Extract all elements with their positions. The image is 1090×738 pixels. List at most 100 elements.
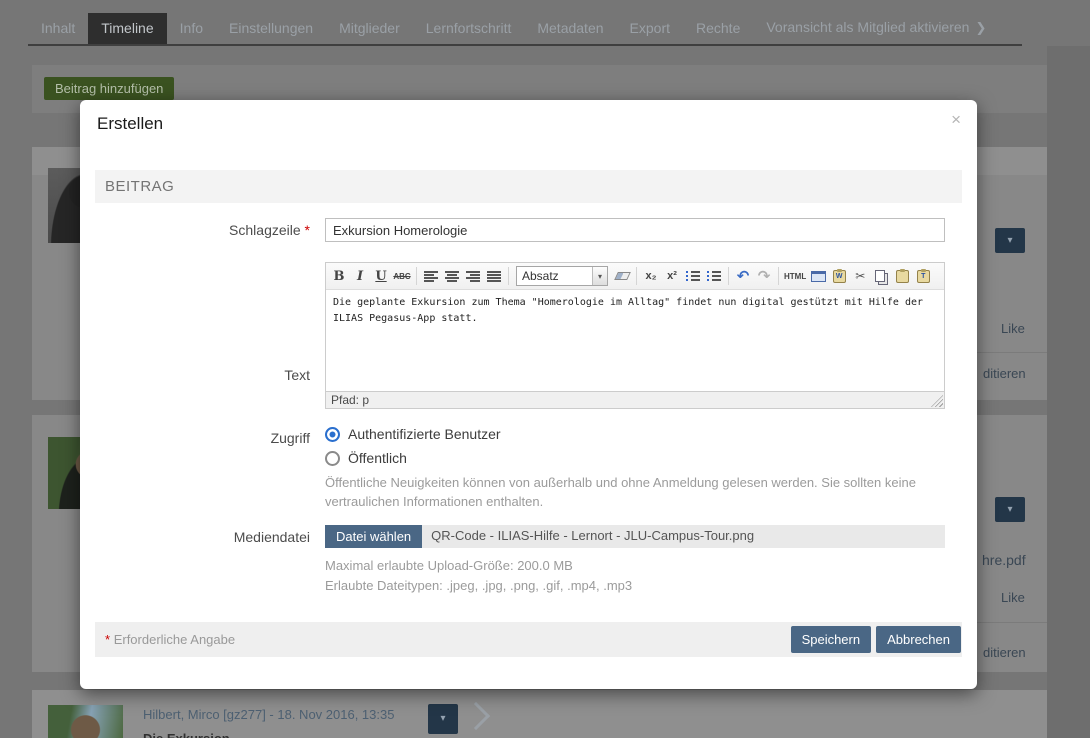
clipboard-glyph: [896, 270, 909, 283]
required-asterisk: *: [105, 632, 110, 647]
align-left-glyph: [424, 271, 438, 282]
align-center-icon[interactable]: [443, 266, 461, 286]
tab-timeline[interactable]: Timeline: [88, 13, 166, 44]
filetypes-hint: Erlaubte Dateitypen: .jpeg, .jpg, .png, …: [325, 576, 933, 595]
toolbar-separator: [728, 267, 729, 285]
tab-lernfortschritt[interactable]: Lernfortschritt: [413, 13, 525, 44]
italic-icon[interactable]: I: [351, 266, 369, 286]
modal-footer: * Erforderliche Angabe Speichern Abbrech…: [95, 622, 962, 657]
form-section-header: BEITRAG: [95, 170, 962, 203]
bold-icon[interactable]: B: [330, 266, 348, 286]
superscript-icon[interactable]: x²: [663, 266, 681, 286]
required-note: * Erforderliche Angabe: [95, 632, 786, 647]
close-icon[interactable]: ×: [951, 110, 961, 130]
tab-member-preview-label: Voransicht als Mitglied aktivieren: [766, 19, 969, 35]
caret-down-icon: ▾: [1007, 235, 1012, 246]
paste-as-text-icon[interactable]: T: [914, 266, 932, 286]
align-left-icon[interactable]: [422, 266, 440, 286]
tab-metadaten[interactable]: Metadaten: [524, 13, 616, 44]
ilias-timeline-page: Inhalt Timeline Info Einstellungen Mitgl…: [0, 0, 1090, 738]
underline-icon[interactable]: U: [372, 266, 390, 286]
media-label: Mediendatei: [95, 529, 310, 545]
media-file-input: Datei wählen QR-Code - ILIAS-Hilfe - Ler…: [325, 525, 945, 548]
tab-export[interactable]: Export: [617, 13, 683, 44]
choose-file-button[interactable]: Datei wählen: [325, 525, 422, 548]
attachment-filename-partial[interactable]: hre.pdf: [982, 552, 1026, 568]
caret-down-icon: ▾: [1007, 504, 1012, 515]
paste-from-word-icon[interactable]: W: [830, 266, 848, 286]
tab-rechte[interactable]: Rechte: [683, 13, 753, 44]
editor-content-area[interactable]: Die geplante Exkursion zum Thema "Homero…: [326, 290, 944, 391]
toolbar-separator: [508, 267, 509, 285]
align-center-glyph: [445, 271, 459, 282]
tab-mitglieder[interactable]: Mitglieder: [326, 13, 413, 44]
align-justify-icon[interactable]: [485, 266, 503, 286]
bullet-list-icon[interactable]: [684, 266, 702, 286]
clipboard-text-glyph: T: [917, 270, 930, 283]
copy-glyph: [875, 270, 885, 282]
create-post-modal: Erstellen × BEITRAG Schlagzeile * Text B…: [80, 100, 977, 689]
post-actions-dropdown[interactable]: ▾: [995, 228, 1025, 253]
rich-text-editor: B I U ABC Absatz ▾ x₂ x²: [325, 262, 945, 409]
tab-inhalt[interactable]: Inhalt: [28, 13, 88, 44]
fullscreen-glyph: [811, 271, 826, 282]
right-gutter: [1047, 46, 1090, 738]
chevron-right-icon: ❯: [975, 20, 986, 35]
required-note-text: Erforderliche Angabe: [114, 632, 235, 647]
headline-input[interactable]: [325, 218, 945, 242]
upload-size-hint: Maximal erlaubte Upload-Größe: 200.0 MB: [325, 556, 933, 575]
remove-format-icon[interactable]: [613, 266, 631, 286]
headline-label: Schlagzeile *: [95, 222, 310, 238]
format-select-value: Absatz: [517, 269, 592, 283]
edit-link-partial[interactable]: ditieren: [983, 366, 1026, 381]
cancel-button[interactable]: Abbrechen: [876, 626, 961, 653]
radio-selected-icon[interactable]: [325, 427, 340, 442]
undo-icon[interactable]: ↶: [734, 266, 752, 286]
tab-member-preview[interactable]: Voransicht als Mitglied aktivieren ❯: [753, 12, 999, 44]
edit-link-partial[interactable]: ditieren: [983, 645, 1026, 660]
tab-info[interactable]: Info: [167, 13, 216, 44]
redo-icon[interactable]: ↷: [755, 266, 773, 286]
required-asterisk: *: [305, 222, 310, 238]
access-label: Zugriff: [95, 430, 310, 446]
eraser-glyph: [614, 272, 631, 280]
tab-einstellungen[interactable]: Einstellungen: [216, 13, 326, 44]
save-button[interactable]: Speichern: [791, 626, 872, 653]
post-actions-dropdown[interactable]: ▾: [995, 497, 1025, 522]
fullscreen-icon[interactable]: [809, 266, 827, 286]
headline-label-text: Schlagzeile: [229, 222, 301, 238]
access-option-public[interactable]: Öffentlich: [325, 450, 407, 466]
caret-down-icon: ▾: [592, 267, 607, 285]
text-label: Text: [95, 367, 310, 383]
editor-toolbar: B I U ABC Absatz ▾ x₂ x²: [326, 263, 944, 290]
caret-down-icon: ▾: [440, 713, 445, 724]
radio-unselected-icon[interactable]: [325, 451, 340, 466]
avatar: [48, 705, 123, 738]
access-hint: Öffentliche Neuigkeiten können von außer…: [325, 473, 933, 511]
subscript-icon[interactable]: x₂: [642, 266, 660, 286]
post-author-link[interactable]: Hilbert, Mirco [gz277] - 18. Nov 2016, 1…: [143, 707, 394, 722]
toolbar-separator: [636, 267, 637, 285]
access-option-authenticated[interactable]: Authentifizierte Benutzer: [325, 426, 501, 442]
like-link[interactable]: Like: [1001, 590, 1025, 605]
toolbar-separator: [416, 267, 417, 285]
radio-label: Öffentlich: [348, 450, 407, 466]
clipboard-word-glyph: W: [833, 270, 846, 283]
numbered-list-icon[interactable]: [705, 266, 723, 286]
align-right-icon[interactable]: [464, 266, 482, 286]
html-source-icon[interactable]: HTML: [784, 266, 806, 286]
post-actions-dropdown[interactable]: ▾: [428, 704, 458, 734]
post-text-partial: Die Exkursion: [143, 731, 230, 738]
add-post-button[interactable]: Beitrag hinzufügen: [44, 77, 174, 100]
paragraph-format-select[interactable]: Absatz ▾: [516, 266, 608, 286]
tab-bar: Inhalt Timeline Info Einstellungen Mitgl…: [28, 15, 1022, 46]
cut-icon[interactable]: ✂: [851, 266, 869, 286]
align-justify-glyph: [487, 271, 501, 282]
paste-icon[interactable]: [893, 266, 911, 286]
toolbar-separator: [778, 267, 779, 285]
resize-grip-icon[interactable]: [931, 395, 943, 407]
like-link[interactable]: Like: [1001, 321, 1025, 336]
copy-icon[interactable]: [872, 266, 890, 286]
modal-title: Erstellen: [97, 114, 163, 134]
strikethrough-icon[interactable]: ABC: [393, 266, 411, 286]
